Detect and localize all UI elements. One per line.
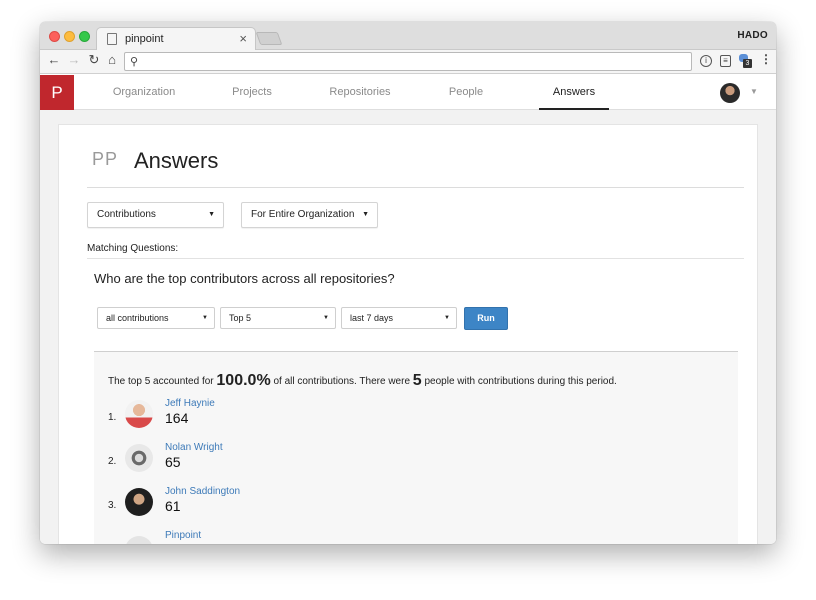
contributor-avatar[interactable] — [125, 444, 153, 472]
info-icon[interactable]: i — [700, 55, 712, 67]
address-bar[interactable]: ⚲ — [124, 52, 692, 71]
scope-dropdown-label: For Entire Organization — [251, 209, 355, 220]
contributor-row: 1. Jeff Haynie 164 — [108, 396, 408, 436]
nav-projects[interactable]: Projects — [220, 75, 284, 110]
nav-organization[interactable]: Organization — [106, 75, 182, 110]
zoom-window-button[interactable] — [79, 31, 90, 42]
close-window-button[interactable] — [49, 31, 60, 42]
org-initials: PP — [92, 149, 119, 169]
contributor-row: 3. John Saddington 61 — [108, 484, 408, 524]
top-count-select[interactable]: Top 5 ▼ — [220, 307, 336, 329]
nav-answers[interactable]: Answers — [539, 75, 609, 110]
chevron-down-icon: ▼ — [362, 211, 369, 218]
summary-middle: of all contributions. There were — [273, 376, 411, 387]
chevron-down-icon: ▼ — [444, 315, 450, 321]
browser-tab[interactable]: pinpoint × — [96, 27, 256, 51]
contributor-count: 65 — [165, 454, 181, 470]
tab-strip: pinpoint × HADO — [40, 22, 776, 51]
title-divider — [87, 187, 744, 188]
contributor-rank: 2. — [108, 456, 117, 467]
chevron-down-icon: ▼ — [202, 315, 208, 321]
chevron-down-icon: ▼ — [208, 211, 215, 218]
contributor-avatar[interactable] — [125, 536, 153, 544]
contributor-rank: 3. — [108, 500, 117, 511]
nav-people[interactable]: People — [440, 75, 492, 110]
contributor-name-link[interactable]: Jeff Haynie — [165, 398, 215, 409]
forward-arrow-icon[interactable]: → — [66, 52, 82, 67]
home-icon[interactable]: ⌂ — [104, 52, 120, 67]
browser-toolbar: ← → ↻ ⌂ ⚲ i ≡ 3 ⋮ — [40, 50, 776, 74]
results-panel: The top 5 accounted for 100.0% of all co… — [94, 351, 738, 544]
back-arrow-icon[interactable]: ← — [46, 52, 62, 67]
new-tab-button[interactable] — [255, 32, 283, 45]
browser-menu-icon[interactable]: ⋮ — [760, 52, 772, 66]
contributor-name-link[interactable]: John Saddington — [165, 486, 240, 497]
contribution-kind-value: all contributions — [106, 313, 169, 323]
extension-badge-icon[interactable]: 3 — [739, 54, 752, 68]
summary-people-count: 5 — [412, 372, 422, 389]
reader-extension-icon[interactable]: ≡ — [720, 55, 731, 67]
run-button[interactable]: Run — [464, 307, 508, 330]
user-avatar[interactable] — [720, 83, 740, 103]
page-title: Answers — [134, 148, 219, 173]
question-title: Who are the top contributors across all … — [94, 271, 395, 286]
contributor-row: 2. Nolan Wright 65 — [108, 440, 408, 480]
summary-percent: 100.0% — [216, 372, 271, 389]
contributor-name-link[interactable]: Nolan Wright — [165, 442, 223, 453]
nav-repositories[interactable]: Repositories — [322, 75, 398, 110]
period-select[interactable]: last 7 days ▼ — [341, 307, 457, 329]
contributor-count: 61 — [165, 498, 181, 514]
summary-prefix: The top 5 accounted for — [108, 376, 214, 387]
contributions-dropdown[interactable]: Contributions ▼ — [87, 202, 224, 228]
matching-questions-label: Matching Questions: — [87, 243, 179, 254]
scope-dropdown[interactable]: For Entire Organization ▼ — [241, 202, 378, 228]
contributions-dropdown-label: Contributions — [97, 209, 156, 220]
contributor-name-link[interactable]: Pinpoint — [165, 530, 201, 541]
browser-window: pinpoint × HADO ← → ↻ ⌂ ⚲ i ≡ 3 ⋮ P Orga… — [40, 22, 776, 544]
close-tab-icon[interactable]: × — [239, 31, 247, 46]
top-count-value: Top 5 — [229, 313, 252, 323]
contribution-kind-select[interactable]: all contributions ▼ — [97, 307, 215, 329]
matching-divider — [87, 258, 744, 259]
pinpoint-logo[interactable]: P — [40, 75, 74, 110]
search-icon: ⚲ — [130, 56, 139, 68]
period-value: last 7 days — [350, 313, 394, 323]
app-header: P Organization Projects Repositories Peo… — [40, 75, 776, 110]
contributor-avatar[interactable] — [125, 488, 153, 516]
contributor-avatar[interactable] — [125, 400, 153, 428]
answers-card: PP Answers Contributions ▼ For Entire Or… — [58, 124, 758, 544]
document-icon — [107, 33, 117, 45]
tab-title: pinpoint — [125, 33, 164, 45]
contributor-count: 164 — [165, 410, 189, 426]
chevron-down-icon: ▼ — [323, 315, 329, 321]
chevron-down-icon[interactable]: ▼ — [750, 87, 758, 96]
reload-icon[interactable]: ↻ — [86, 52, 102, 68]
extension-badge-count: 3 — [743, 59, 752, 68]
summary-suffix: people with contributions during this pe… — [424, 376, 617, 387]
contributor-row: Pinpoint — [108, 528, 408, 544]
results-summary: The top 5 accounted for 100.0% of all co… — [108, 372, 617, 390]
contributor-rank: 1. — [108, 412, 117, 423]
page-body: PP Answers Contributions ▼ For Entire Or… — [40, 110, 776, 544]
profile-name[interactable]: HADO — [737, 30, 768, 41]
minimize-window-button[interactable] — [64, 31, 75, 42]
